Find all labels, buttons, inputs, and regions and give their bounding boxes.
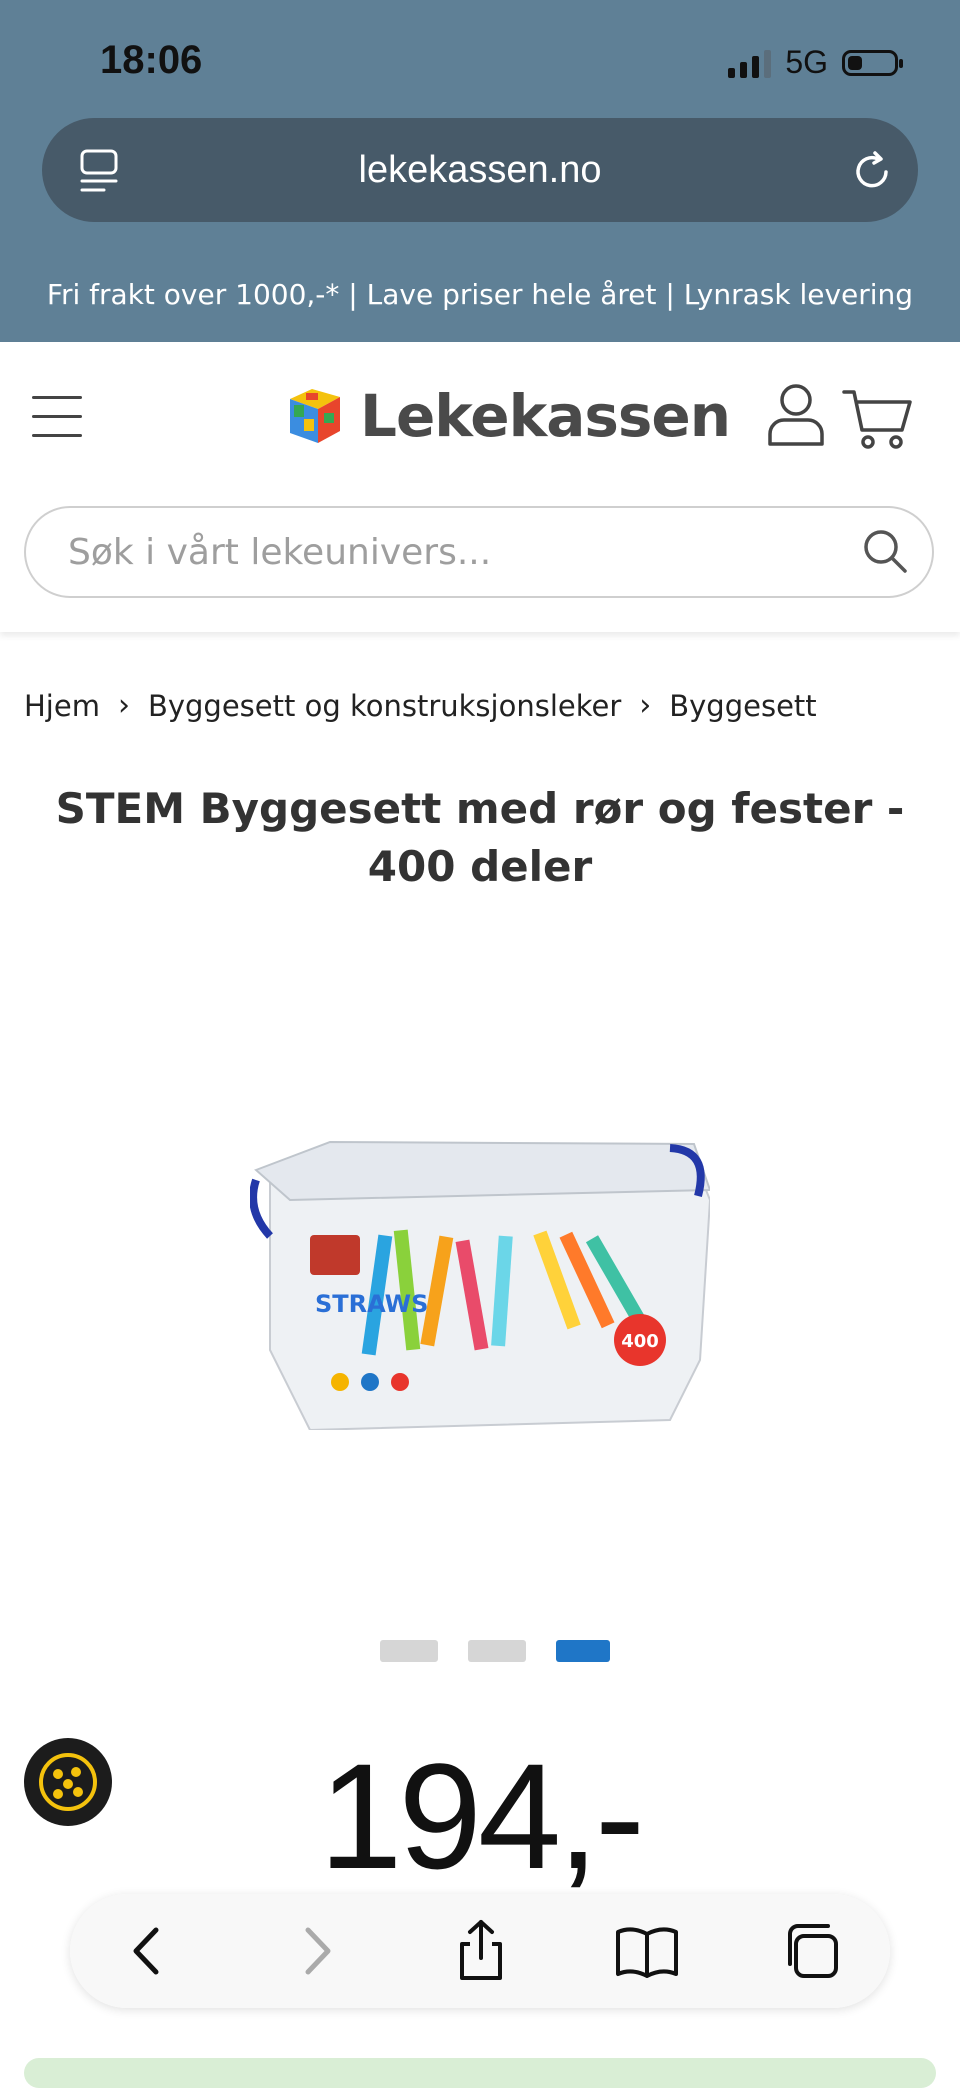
- search-icon[interactable]: [862, 528, 908, 574]
- search-bar[interactable]: [24, 506, 934, 598]
- search-input[interactable]: [66, 530, 870, 574]
- breadcrumb: Hjem › Byggesett og konstruksjonsleker ›…: [24, 688, 817, 723]
- breadcrumb-item-category[interactable]: Byggesett og konstruksjonsleker: [148, 689, 621, 723]
- carousel-dot[interactable]: [380, 1640, 438, 1662]
- breadcrumb-item-home[interactable]: Hjem: [24, 689, 100, 723]
- network-label: 5G: [785, 44, 828, 80]
- chevron-right-icon: ›: [117, 688, 130, 723]
- chevron-right-icon: ›: [639, 688, 652, 723]
- status-time: 18:06: [100, 38, 203, 82]
- signal-icon: [728, 48, 772, 78]
- bookmarks-icon[interactable]: [614, 1918, 680, 1984]
- product-image[interactable]: STRAWS 400: [250, 1140, 710, 1430]
- carousel-dot-active[interactable]: [556, 1640, 610, 1662]
- product-title: STEM Byggesett med rør og fester - 400 d…: [55, 784, 905, 891]
- hamburger-icon[interactable]: [32, 396, 82, 438]
- carousel-indicators: [380, 1640, 610, 1662]
- tab-overview-icon[interactable]: [780, 1918, 846, 1984]
- url-bar[interactable]: lekekassen.no: [42, 118, 918, 222]
- user-icon[interactable]: [766, 382, 826, 448]
- status-indicators: 5G: [728, 44, 903, 81]
- battery-icon: [842, 49, 903, 76]
- brand-logo[interactable]: Lekekassen: [282, 382, 731, 450]
- browser-toolbar: [70, 1894, 890, 2008]
- carousel-dot[interactable]: [468, 1640, 526, 1662]
- reload-icon[interactable]: [848, 148, 896, 196]
- cart-icon[interactable]: [842, 386, 914, 450]
- share-icon[interactable]: [448, 1918, 514, 1984]
- add-to-cart-bar-edge[interactable]: [24, 2058, 936, 2088]
- breadcrumb-item-subcategory[interactable]: Byggesett: [669, 689, 816, 723]
- promo-banner: Fri frakt over 1000,-* | Lave priser hel…: [46, 278, 914, 311]
- brand-name: Lekekassen: [360, 382, 731, 450]
- tabs-icon[interactable]: [78, 148, 122, 194]
- back-icon[interactable]: [116, 1918, 182, 1984]
- product-price: 194,-: [319, 1732, 645, 1900]
- forward-icon[interactable]: [282, 1918, 348, 1984]
- browser-chrome: 18:06 5G lekekassen.no Fri frakt over 10…: [0, 0, 960, 342]
- box-label: STRAWS: [315, 1290, 428, 1318]
- logo-puzzle-icon: [290, 389, 340, 443]
- pieces-badge: 400: [621, 1331, 659, 1352]
- site-header: Lekekassen: [0, 342, 960, 632]
- url-text[interactable]: lekekassen.no: [359, 149, 602, 192]
